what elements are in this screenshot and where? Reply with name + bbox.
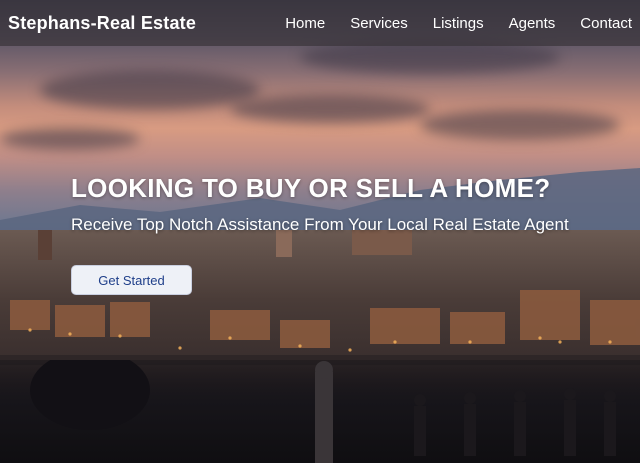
nav-link-home[interactable]: Home (285, 15, 325, 32)
nav-link-listings[interactable]: Listings (433, 15, 484, 32)
brand-logo[interactable]: Stephans-Real Estate (8, 13, 196, 34)
nav-link-services[interactable]: Services (350, 15, 408, 32)
get-started-button[interactable]: Get Started (71, 265, 192, 295)
cloud (420, 110, 620, 140)
foreground-silhouettes (30, 350, 616, 463)
cloud (230, 95, 430, 123)
foreground-crowd (0, 350, 640, 463)
nav-link-contact[interactable]: Contact (580, 15, 632, 32)
hero-title: LOOKING TO BUY OR SELL A HOME? (71, 173, 551, 203)
hero-subtitle: Receive Top Notch Assistance From Your L… (71, 215, 569, 234)
cloud (0, 128, 140, 150)
cloud (40, 70, 260, 110)
page: Stephans-Real Estate Home Services Listi… (0, 0, 640, 463)
nav-link-agents[interactable]: Agents (509, 15, 556, 32)
navbar: Stephans-Real Estate Home Services Listi… (0, 0, 640, 46)
nav-links: Home Services Listings Agents Contact (260, 15, 632, 32)
